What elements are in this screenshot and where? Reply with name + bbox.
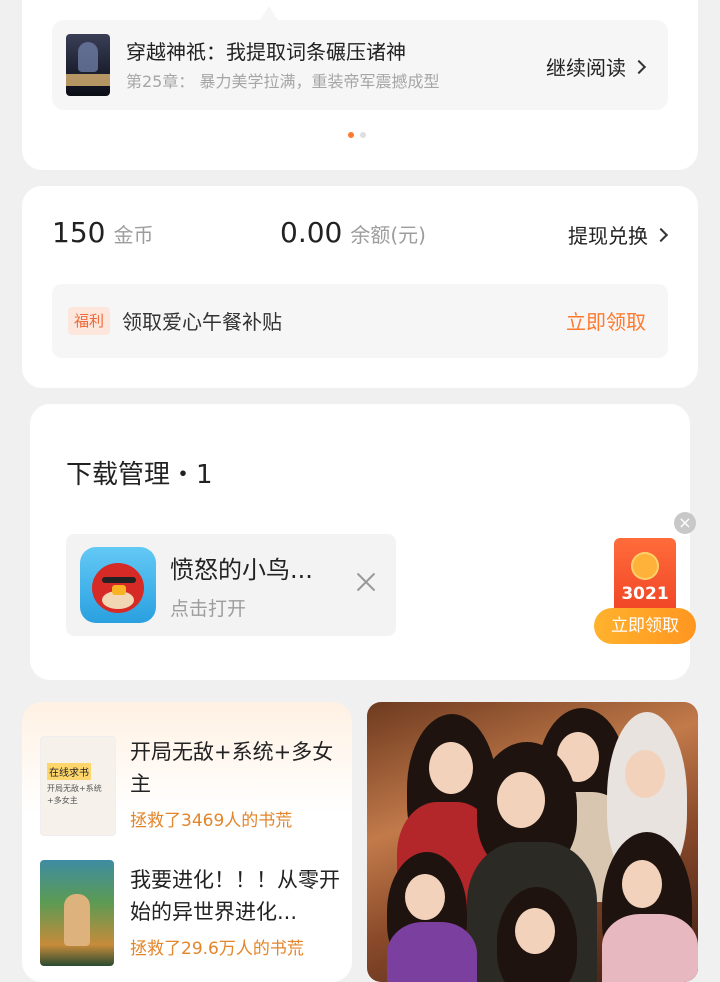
balance-unit: 余额(元)	[350, 223, 426, 247]
book-title[interactable]: 我要进化！！！从零开始的异世界进化...	[130, 864, 340, 928]
withdraw-label: 提现兑换	[568, 224, 648, 248]
chevron-right-icon	[631, 59, 647, 74]
continue-reading-label: 继续阅读	[546, 56, 626, 80]
book-cover-image[interactable]	[40, 860, 114, 966]
cover-tag: 在线求书	[47, 763, 91, 780]
coins-value: 150	[52, 216, 106, 249]
balance-summary[interactable]: 0.00 余额(元)	[280, 216, 426, 249]
red-packet-count: 3021	[621, 584, 669, 604]
app-name: 愤怒的小鸟...	[170, 556, 313, 584]
download-manager-title[interactable]: 下载管理・1	[66, 454, 213, 491]
pointer-arrow	[260, 6, 278, 20]
book-title[interactable]: 开局无敌+系统+多女主	[130, 736, 340, 800]
withdraw-exchange-button[interactable]: 提现兑换	[568, 220, 669, 249]
balance-value: 0.00	[280, 216, 343, 249]
download-manager-card: 下载管理・1 愤怒的小鸟... 点击打开	[30, 404, 690, 680]
book-rescue-count: 拯救了29.6万人的书荒	[130, 939, 304, 959]
open-app-link[interactable]: 点击打开	[170, 594, 246, 621]
last-read-book-row[interactable]: 穿越神祇：我提取词条碾压诸神 第25章： 暴力美学拉满，重装帝军震撼成型 继续阅…	[52, 20, 668, 110]
book-chapter: 第25章： 暴力美学拉满，重装帝军震撼成型	[126, 72, 440, 91]
continue-reading-button[interactable]: 继续阅读	[546, 52, 647, 81]
coin-icon	[631, 552, 659, 580]
coins-summary[interactable]: 150 金币	[52, 216, 153, 249]
welfare-tag: 福利	[68, 307, 111, 335]
chevron-right-icon	[653, 227, 669, 242]
angry-birds-app-icon	[80, 547, 156, 623]
promo-poster-image[interactable]	[367, 702, 698, 982]
book-title: 穿越神祇：我提取词条碾压诸神	[126, 40, 406, 64]
book-cover-image[interactable]: 在线求书 开局无敌+系统+多女主	[40, 736, 116, 836]
close-icon[interactable]: ×	[674, 512, 696, 534]
welfare-claim-button[interactable]: 立即领取	[566, 306, 646, 335]
coins-unit: 金币	[113, 223, 154, 247]
continue-reading-card: 穿越神祇：我提取词条碾压诸神 第25章： 暴力美学拉满，重装帝军震撼成型 继续阅…	[22, 0, 698, 170]
book-recommendation-card: 在线求书 开局无敌+系统+多女主 开局无敌+系统+多女主 拯救了3469人的书荒…	[22, 702, 352, 982]
carousel-indicator	[348, 132, 366, 138]
carousel-dot-active	[348, 132, 354, 138]
red-packet-widget[interactable]: × 3021 立即领取	[594, 512, 698, 648]
wallet-card: 150 金币 0.00 余额(元) 提现兑换 福利 领取爱心午餐补贴 立即领取	[22, 186, 698, 388]
carousel-dot	[360, 132, 366, 138]
welfare-text: 领取爱心午餐补贴	[122, 310, 282, 334]
welfare-row[interactable]: 福利 领取爱心午餐补贴 立即领取	[52, 284, 668, 358]
red-packet-claim-button[interactable]: 立即领取	[594, 608, 696, 644]
cover-subtitle: 开局无敌+系统+多女主	[47, 784, 102, 805]
download-app-item[interactable]: 愤怒的小鸟... 点击打开	[66, 534, 396, 636]
book-cover-image[interactable]	[66, 34, 110, 96]
book-rescue-count: 拯救了3469人的书荒	[130, 811, 293, 831]
red-envelope-icon: 3021	[614, 538, 676, 618]
close-icon[interactable]	[354, 570, 378, 594]
